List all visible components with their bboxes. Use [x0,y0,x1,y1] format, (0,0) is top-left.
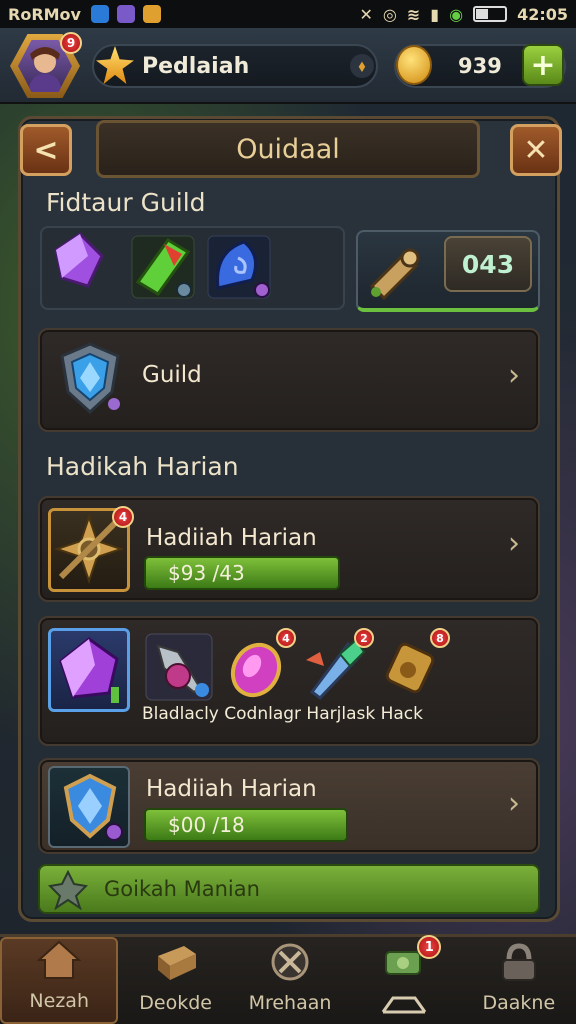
amethyst-item[interactable] [48,628,130,712]
nav-profile[interactable]: Daakne [462,937,576,1024]
game-notification-icon [116,5,135,23]
wifi-icon: ≋ [406,4,421,24]
reward2-title: Hadiiah Harian [146,776,317,802]
player-name: Pedlaiah [142,53,250,79]
nav-merchant[interactable]: Mrehaan [233,937,347,1024]
close-button[interactable]: ✕ [510,124,562,176]
reward1-progress-text: $93 /43 [168,561,245,585]
player-name-bar[interactable]: Pedlaiah [92,44,378,88]
chevron-right-icon: › [508,526,520,561]
nav-deck-label: Deokde [139,992,212,1014]
chevron-right-icon: › [508,786,520,821]
nav-home-label: Nezah [29,990,89,1012]
section-title-daily: Hadikah Harian [46,452,239,481]
avatar-badge: 9 [60,32,82,54]
coin-icon [396,45,432,85]
nav-inbox-badge: 1 [417,935,442,959]
purple-crystal-icon[interactable] [52,232,108,292]
mute-icon: ✕ [359,4,373,24]
app-notification-icon [90,5,109,23]
location-icon: ◎ [382,4,397,24]
nav-home[interactable]: Nezah [0,937,119,1024]
battery-icon [473,6,508,22]
item-badge-2: 2 [354,628,374,648]
amethyst-icon [59,637,119,703]
reward2-progress-text: $00 /18 [168,813,245,837]
items-labels: Bladlacly Codnlagr Harjlask Hack [142,704,423,724]
signal-icon: ▮ [430,4,440,24]
crossed-tools-icon [271,943,309,981]
nav-profile-label: Daakne [482,992,556,1014]
coin-amount: 939 [458,54,502,78]
shield-icon [50,338,130,422]
sword-item[interactable] [144,632,214,706]
panel-header: Ouidaal [96,120,480,178]
blue-shell-icon[interactable] [204,232,274,306]
green-crystal-icon[interactable] [128,232,198,306]
nav-deck[interactable]: Deokde [118,937,232,1024]
clock: 42:05 [517,4,568,24]
item-badge-1: 4 [276,628,296,648]
bottom-nav: Nezah Deokde Mrehaan 1 Daakne [0,934,576,1024]
add-coins-button[interactable]: + [522,44,564,86]
bell-icon [364,240,424,304]
reward1-title: Hadiiah Harian [146,525,317,551]
reward2-progress-bar: $00 /18 [144,808,348,842]
nav-inbox[interactable]: 1 [347,935,461,1024]
nav-merchant-label: Mrehaan [248,992,332,1014]
back-button[interactable]: < [20,124,72,176]
tray-icon [382,996,427,1014]
reward1-badge: 4 [112,506,134,528]
section-title-guild: Fidtaur Guild [46,188,206,217]
home-icon [37,940,82,979]
guild-label: Guild [142,362,202,388]
crest-icon [63,773,123,841]
panel-title: Ouidaal [236,133,340,165]
status-app-name: RoRMov [8,4,81,24]
pin-icon[interactable]: ⬧ [350,54,374,78]
mail-notification-icon [142,5,161,23]
sword-icon [145,633,213,701]
status-bar: RoRMov ✕ ◎ ≋ ▮ ◉ 42:05 [0,0,576,28]
box-icon [157,946,196,980]
chevron-right-icon: › [508,358,520,393]
claim-label: Goikah Manian [104,877,260,901]
crest-icon-frame [48,766,130,848]
lock-icon [501,943,536,981]
guild-counter: 043 [444,236,532,292]
reward1-progress-bar: $93 /43 [144,556,340,590]
sync-icon: ◉ [449,4,464,24]
claim-button[interactable]: Goikah Manian [38,864,540,914]
claim-icon [47,869,89,914]
item-badge-3: 8 [430,628,450,648]
